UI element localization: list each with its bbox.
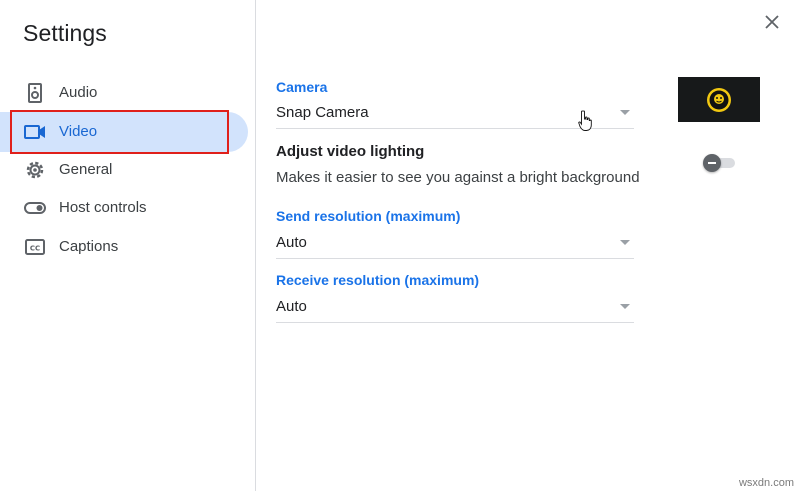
dialog-title: Settings [23,20,107,46]
send-resolution-label: Send resolution (maximum) [276,208,461,224]
watermark: wsxdn.com [738,477,794,489]
chevron-down-icon [620,240,630,245]
chevron-down-icon [620,110,630,115]
receive-resolution-select[interactable]: Auto [276,296,634,323]
lighting-toggle[interactable] [703,154,735,172]
receive-resolution-value: Auto [276,298,307,315]
lighting-description: Makes it easier to see you against a bri… [276,169,640,186]
sidebar-item-general[interactable]: General [0,150,248,190]
camera-label: Camera [276,79,328,95]
closed-captions-icon: CC [24,237,46,257]
sidebar-item-host-controls[interactable]: Host controls [0,188,248,228]
speaker-icon [24,83,46,103]
camera-select-value: Snap Camera [276,104,369,121]
gear-icon [24,160,46,180]
close-button[interactable] [760,12,784,36]
sidebar-item-audio[interactable]: Audio [0,73,248,113]
sidebar-item-label: General [59,161,113,178]
settings-sidebar: Settings Audio Video General Host contro… [0,0,256,491]
lighting-heading: Adjust video lighting [276,143,425,160]
toggle-knob [703,154,721,172]
send-resolution-value: Auto [276,234,307,251]
toggle-icon [24,198,46,218]
svg-text:CC: CC [30,245,40,253]
snap-camera-logo-icon [707,87,731,112]
close-icon [765,14,779,34]
sidebar-item-label: Host controls [59,199,147,216]
sidebar-item-video[interactable]: Video [0,112,248,152]
sidebar-item-captions[interactable]: CC Captions [0,227,248,267]
send-resolution-select[interactable]: Auto [276,232,634,259]
sidebar-item-label: Captions [59,238,119,255]
chevron-down-icon [620,304,630,309]
video-camera-icon [24,122,46,142]
receive-resolution-label: Receive resolution (maximum) [276,272,480,288]
camera-preview [678,77,760,122]
camera-select[interactable]: Snap Camera [276,102,634,129]
sidebar-item-label: Audio [59,84,98,101]
sidebar-item-label: Video [59,123,98,140]
